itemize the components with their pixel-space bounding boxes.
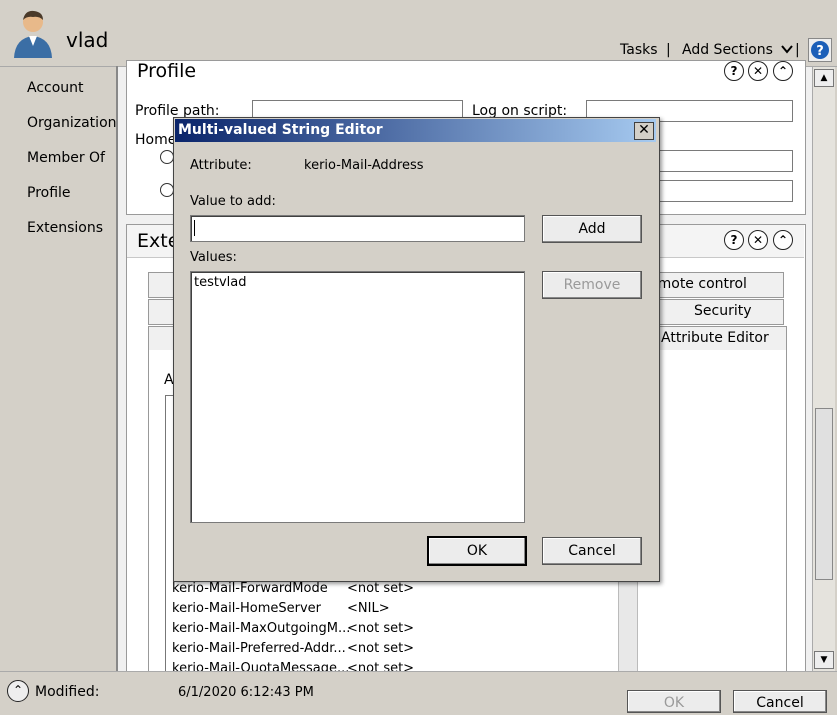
collapse-up-icon[interactable]: ⌃: [7, 680, 29, 702]
header-separator-2: |: [795, 42, 800, 58]
home-folder-label: Home: [135, 132, 177, 148]
table-row-value: <not set>: [347, 661, 415, 671]
table-row-value: <not set>: [347, 621, 415, 636]
table-row-name[interactable]: kerio-Mail-Preferred-Addr...: [172, 641, 346, 656]
page-scrollbar[interactable]: [812, 67, 835, 671]
footer-ok-button[interactable]: OK: [627, 690, 721, 713]
profile-close-icon[interactable]: ✕: [748, 61, 768, 81]
table-row-value: <NIL>: [347, 601, 390, 616]
extensions-collapse-icon[interactable]: ⌃: [773, 230, 793, 250]
modified-timestamp: 6/1/2020 6:12:43 PM: [178, 685, 314, 700]
nav-item-member-of[interactable]: Member Of: [27, 150, 105, 166]
table-row-value: <not set>: [347, 641, 415, 656]
tab-security[interactable]: Security: [694, 303, 752, 319]
table-row-name[interactable]: kerio-Mail-MaxOutgoingM...: [172, 621, 350, 636]
dialog-title: Multi-valued String Editor: [178, 122, 383, 138]
help-icon: ?: [811, 41, 829, 59]
text-caret: [194, 220, 195, 236]
svg-text:?: ?: [816, 44, 824, 59]
attribute-value: kerio-Mail-Address: [304, 158, 424, 173]
scroll-down-icon[interactable]: ▼: [814, 651, 834, 669]
tab-remote-control[interactable]: emote control: [649, 276, 747, 292]
value-to-add-label: Value to add:: [190, 194, 276, 209]
add-button[interactable]: Add: [542, 215, 642, 243]
nav-item-account[interactable]: Account: [27, 80, 84, 96]
list-item[interactable]: testvlad: [194, 275, 247, 290]
values-label: Values:: [190, 250, 237, 265]
table-row-name[interactable]: kerio-Mail-HomeServer: [172, 601, 321, 616]
profile-help-icon[interactable]: ?: [724, 61, 744, 81]
header-separator: |: [666, 42, 671, 58]
chevron-down-icon: [781, 42, 794, 58]
dialog-close-icon[interactable]: ✕: [634, 122, 654, 140]
value-to-add-input[interactable]: [190, 215, 525, 242]
home-connect-radio[interactable]: [160, 183, 174, 197]
nav-item-organization[interactable]: Organization: [27, 115, 117, 131]
extensions-help-icon[interactable]: ?: [724, 230, 744, 250]
add-sections-label: Add Sections: [682, 42, 773, 58]
table-row-name[interactable]: kerio-Mail-ForwardMode: [172, 581, 328, 596]
scroll-up-icon[interactable]: ▲: [814, 69, 834, 87]
home-local-path-radio[interactable]: [160, 150, 174, 164]
table-row-name[interactable]: kerio-Mail-QuotaMessage...: [172, 661, 349, 671]
remove-button[interactable]: Remove: [542, 271, 642, 299]
nav-item-extensions[interactable]: Extensions: [27, 220, 103, 236]
user-name-title: vlad: [66, 28, 109, 52]
home-local-path-input[interactable]: [656, 150, 793, 172]
table-row-value: <not set>: [347, 581, 415, 596]
nav-item-profile[interactable]: Profile: [27, 185, 71, 201]
modified-label: Modified:: [35, 684, 100, 700]
dialog-cancel-button[interactable]: Cancel: [542, 537, 642, 565]
user-avatar-icon: [14, 10, 52, 58]
dialog-title-bar[interactable]: Multi-valued String Editor: [175, 119, 656, 142]
profile-collapse-icon[interactable]: ⌃: [773, 61, 793, 81]
dialog-ok-button[interactable]: OK: [427, 536, 527, 566]
footer-cancel-button[interactable]: Cancel: [733, 690, 827, 713]
attribute-label: Attribute:: [190, 158, 252, 173]
tab-attribute-editor[interactable]: Attribute Editor: [661, 330, 769, 346]
help-button[interactable]: ?: [808, 38, 832, 62]
add-sections-menu[interactable]: Add Sections: [682, 42, 794, 58]
scrollbar-thumb[interactable]: [815, 408, 833, 580]
values-list[interactable]: testvlad: [190, 271, 525, 523]
home-connect-input[interactable]: [656, 180, 793, 202]
profile-section-title: Profile: [137, 60, 197, 82]
extensions-close-icon[interactable]: ✕: [748, 230, 768, 250]
tasks-menu[interactable]: Tasks: [620, 42, 658, 58]
